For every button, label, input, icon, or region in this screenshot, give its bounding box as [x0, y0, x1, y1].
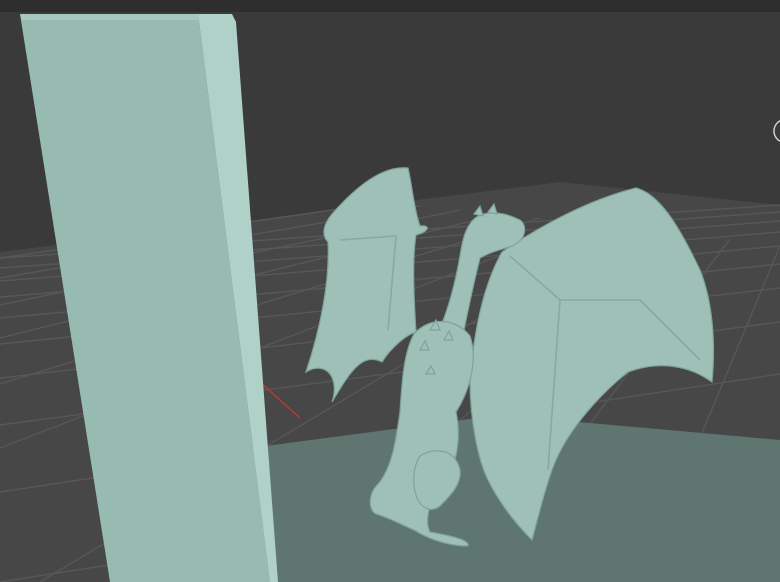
navigation-gizmo-icon[interactable]	[772, 118, 780, 144]
3d-viewport[interactable]	[0, 0, 780, 582]
viewport-scene[interactable]	[0, 0, 780, 582]
